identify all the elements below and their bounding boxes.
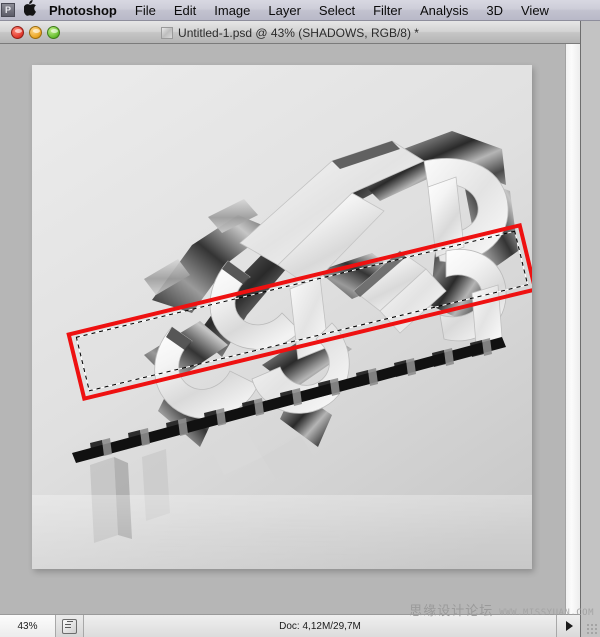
window-title-group: Untitled-1.psd @ 43% (SHADOWS, RGB/8) * xyxy=(0,21,580,44)
application-background xyxy=(581,21,600,637)
menu-item-filter[interactable]: Filter xyxy=(364,0,411,20)
triangle-right-icon xyxy=(565,621,573,631)
menu-item-layer[interactable]: Layer xyxy=(259,0,310,20)
zoom-level-field[interactable]: 43% xyxy=(0,615,56,637)
menu-item-select[interactable]: Select xyxy=(310,0,364,20)
zoom-button[interactable] xyxy=(47,26,60,39)
photoshop-application: P Photoshop File Edit Image Layer Select… xyxy=(0,0,600,637)
window-resize-grip-icon[interactable] xyxy=(586,623,598,635)
window-title-bar[interactable]: Untitled-1.psd @ 43% (SHADOWS, RGB/8) * xyxy=(0,21,580,44)
status-grip-button[interactable] xyxy=(56,615,84,637)
status-bar: 43% Doc: 4,12M/29,7M xyxy=(0,614,580,637)
document-proxy-icon xyxy=(161,26,174,39)
resize-grip-icon xyxy=(62,618,77,634)
menu-item-image[interactable]: Image xyxy=(205,0,259,20)
document-window: Untitled-1.psd @ 43% (SHADOWS, RGB/8) * xyxy=(0,21,581,637)
close-button[interactable] xyxy=(11,26,24,39)
document-info-field[interactable]: Doc: 4,12M/29,7M xyxy=(84,615,557,637)
canvas-viewport[interactable] xyxy=(0,44,580,614)
photoshop-icon: P xyxy=(1,3,15,17)
window-controls xyxy=(11,26,60,39)
artboard[interactable] xyxy=(32,65,532,569)
menu-item-view[interactable]: View xyxy=(512,0,558,20)
mac-menu-bar: P Photoshop File Edit Image Layer Select… xyxy=(0,0,600,21)
menu-item-edit[interactable]: Edit xyxy=(165,0,205,20)
menu-item-3d[interactable]: 3D xyxy=(477,0,512,20)
menu-item-file[interactable]: File xyxy=(126,0,165,20)
window-title-text: Untitled-1.psd @ 43% (SHADOWS, RGB/8) * xyxy=(178,25,419,40)
document-info-value: Doc: 4,12M/29,7M xyxy=(279,620,361,632)
minimize-button[interactable] xyxy=(29,26,42,39)
vertical-scrollbar[interactable] xyxy=(565,44,580,614)
status-expand-button[interactable] xyxy=(557,615,580,637)
zoom-level-value: 43% xyxy=(17,620,38,632)
menu-item-photoshop[interactable]: Photoshop xyxy=(43,0,126,20)
menu-item-analysis[interactable]: Analysis xyxy=(411,0,477,20)
apple-logo-icon[interactable] xyxy=(17,0,43,20)
